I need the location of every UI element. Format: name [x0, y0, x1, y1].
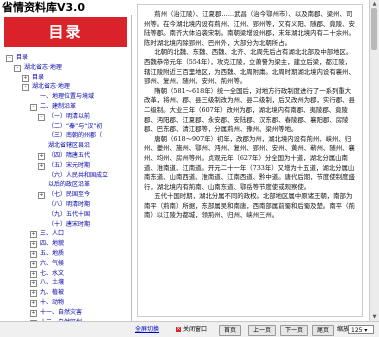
document-paragraph: 北朝的北魏、东魏、西魏、北齐、北周先后占有湖北北部及中部地区。西魏恭帝元年（55…	[144, 48, 355, 86]
tree-node[interactable]: + （七）民国至今	[0, 190, 131, 200]
tree-node[interactable]: + 目录	[0, 73, 131, 82]
tree-node-label[interactable]: （七）民国至今	[48, 190, 90, 199]
expand-icon[interactable]: +	[30, 260, 37, 268]
bottom-toolbar: 全屏切换 × 关闭窗口 首页 上一页 下一页 尾页 缩放 125 ▾	[0, 321, 379, 337]
tree-node-label[interactable]: 七、水文	[40, 269, 64, 278]
close-icon: ×	[176, 326, 181, 332]
tree-node-label[interactable]: （四）隋唐五代	[48, 151, 90, 160]
expand-icon[interactable]: +	[38, 162, 45, 170]
tree-node[interactable]: （九）五代十国	[0, 210, 131, 219]
tree-node[interactable]: + 十一、自然灾害	[0, 308, 131, 317]
tree-node[interactable]: 湖北省辖区县沿	[0, 141, 131, 150]
expand-icon[interactable]: +	[30, 250, 37, 258]
tree-node-label[interactable]: （九）五代十国	[48, 210, 90, 219]
tree-node[interactable]: 一、地理位置与境域	[0, 92, 131, 101]
document-paragraph: 荊州（治江陵）、江夏郡……武昌（治今鄂州市）、以及南郡、梁州、司州等。在今湖北境…	[144, 10, 355, 47]
collapse-icon[interactable]: -	[14, 64, 21, 72]
tree-node[interactable]: 以后的政区沿革	[0, 180, 131, 189]
tree-node-label[interactable]: 湖北省辖区县沿	[48, 141, 90, 150]
tree-node[interactable]: （三）南朝的州郡（	[0, 131, 131, 140]
tree-node-label[interactable]: 目录	[16, 53, 28, 62]
expand-icon[interactable]: +	[22, 74, 29, 82]
collapse-icon[interactable]: -	[38, 113, 45, 121]
tree-node-label[interactable]: （一）明清以前	[48, 112, 90, 121]
zoom-value: 125	[351, 327, 363, 334]
tree-node[interactable]: + 五、地质	[0, 249, 131, 258]
expand-icon[interactable]: +	[30, 290, 37, 298]
tree-node[interactable]: - 湖北省志·地理	[0, 82, 131, 92]
tree-node[interactable]: + 七、水文	[0, 269, 131, 278]
collapse-icon[interactable]: -	[22, 84, 29, 92]
tree-node[interactable]: + 三、人口	[0, 229, 131, 239]
fullscreen-toggle-link[interactable]: 全屏切换	[135, 322, 159, 337]
tree-node-label[interactable]: 三、人口	[40, 229, 64, 238]
tree-node[interactable]: - 目录	[0, 53, 131, 62]
tree-node-label[interactable]: 五、地质	[40, 249, 64, 258]
tree-node-label[interactable]: （二）“秦”与“汉”初	[48, 122, 102, 131]
first-page-button[interactable]: 首页	[219, 325, 242, 336]
close-window-button[interactable]: × 关闭窗口	[176, 322, 207, 337]
document-viewer: 荊州（治江陵）、江夏郡……武昌（治今鄂州市）、以及南郡、梁州、司州等。在今湖北境…	[133, 0, 379, 321]
scrollbar-thumb[interactable]	[371, 8, 377, 50]
tree-node[interactable]: （十）唐宋时期	[0, 220, 131, 229]
tree-node-label[interactable]: 八、土壤	[40, 278, 64, 287]
last-page-button[interactable]: 尾页	[312, 325, 335, 336]
expand-icon[interactable]: +	[30, 241, 37, 249]
directory-tree: - 目录 - 湖北省志·地理 + 目录 - 湖北省志·地理 一、地理位置与境域 - 二、建制沿革 - （…	[0, 53, 131, 321]
scroll-up-arrow-icon[interactable]: ▲	[370, 0, 379, 8]
expand-icon[interactable]: +	[38, 192, 45, 200]
tree-node-label[interactable]: 湖北省志·地理	[24, 63, 62, 72]
tree-node[interactable]: + （五）宋元时期	[0, 161, 131, 170]
tree-node-label[interactable]: （六）人民共和国成立	[48, 171, 108, 180]
document-paragraph: 唐朝（618～907年）初年，改郡为州，湖北境内设有荊州、峡州、归州、夔州、施州…	[144, 134, 355, 191]
tree-node-label[interactable]: 以后的政区沿革	[48, 180, 90, 189]
document-paragraph: 五代十国时期，湖北分属不同的政权。北部地区属中原诸王朝，南部为南平（荊南）所据，…	[144, 192, 355, 220]
expand-icon[interactable]: +	[30, 299, 37, 307]
tree-node[interactable]: + 八、土壤	[0, 278, 131, 288]
next-page-button[interactable]: 下一页	[280, 325, 309, 336]
tree-node[interactable]: （二）“秦”与“汉”初	[0, 122, 131, 131]
tree-node-label[interactable]: （三）南朝的州郡（	[48, 131, 102, 140]
expand-icon[interactable]: +	[38, 152, 45, 160]
tree-node[interactable]: - 湖北省志·地理	[0, 63, 131, 72]
prev-page-button[interactable]: 上一页	[248, 325, 277, 336]
tree-node-label[interactable]: （八）明清时期	[48, 200, 90, 209]
expand-icon[interactable]: +	[30, 270, 37, 278]
tree-node[interactable]: - 二、建制沿革	[0, 102, 131, 111]
tree-node-label[interactable]: 四、地貌	[40, 239, 64, 248]
tree-node-label[interactable]: （五）宋元时期	[48, 161, 90, 170]
tree-node[interactable]: - （一）明清以前	[0, 112, 131, 121]
tree-node[interactable]: + 九、植被	[0, 288, 131, 298]
tree-node-label[interactable]: 十一、自然灾害	[40, 308, 82, 317]
tree-node-label[interactable]: 一、地理位置与境域	[40, 92, 94, 101]
tree-node-label[interactable]: 湖北省志·地理	[32, 82, 70, 91]
app-title: 省情资料库V3.0	[0, 0, 132, 15]
zoom-select[interactable]: 125 ▾	[348, 325, 374, 334]
tree-node-label[interactable]: （十）唐宋时期	[48, 220, 90, 229]
expand-icon[interactable]: +	[30, 280, 37, 288]
document-page: 荊州（治江陵）、江夏郡……武昌（治今鄂州市）、以及南郡、梁州、司州等。在今湖北境…	[137, 4, 363, 317]
tree-node[interactable]: + 六、气候	[0, 259, 131, 268]
tree-node-label[interactable]: 二、建制沿革	[40, 102, 76, 111]
directory-header: 目录	[4, 17, 127, 47]
sidebar: 目录 - 目录 - 湖北省志·地理 + 目录 - 湖北省志·地理 一、地理位置与境域 - 二、建制沿…	[0, 15, 132, 321]
tree-node[interactable]: + 四、地貌	[0, 239, 131, 249]
tree-node-label[interactable]: 目录	[32, 73, 44, 82]
tree-node-label[interactable]: 六、气候	[40, 259, 64, 268]
document-paragraph: 隋朝（581～618年）统一全国后，对地方行政制度进行了一系列重大改革，将州、郡…	[144, 86, 355, 134]
tree-node-label[interactable]: 十、动物	[40, 298, 64, 307]
expand-icon[interactable]: +	[30, 231, 37, 239]
tree-node[interactable]: + 十、动物	[0, 298, 131, 307]
scroll-down-arrow-icon[interactable]: ▼	[370, 313, 379, 321]
collapse-icon[interactable]: -	[6, 55, 13, 62]
close-window-label: 关闭窗口	[183, 326, 208, 333]
tree-node[interactable]: + （四）隋唐五代	[0, 151, 131, 160]
tree-node[interactable]: （八）明清时期	[0, 200, 131, 209]
expand-icon[interactable]: +	[30, 309, 37, 317]
tree-node[interactable]: （六）人民共和国成立	[0, 171, 131, 180]
collapse-icon[interactable]: -	[30, 103, 37, 111]
tree-node-label[interactable]: 九、植被	[40, 288, 64, 297]
vertical-scrollbar[interactable]: ▲ ▼	[369, 0, 379, 321]
